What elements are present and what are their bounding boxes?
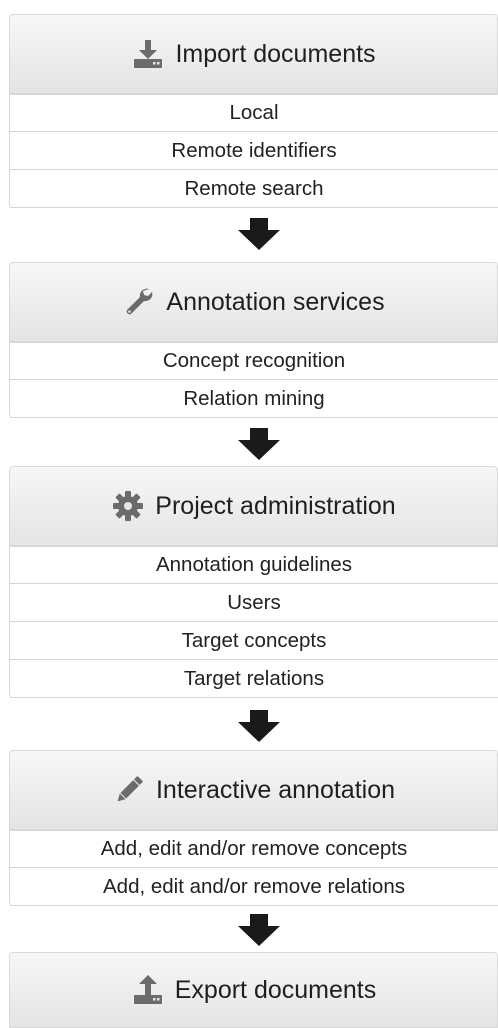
download-icon — [131, 37, 165, 71]
list-item-target-concepts[interactable]: Target concepts — [10, 622, 498, 660]
project-administration-section: Project administration Annotation guidel… — [9, 466, 498, 698]
list-item-edit-concepts[interactable]: Add, edit and/or remove concepts — [10, 830, 498, 868]
project-administration-items: Annotation guidelines Users Target conce… — [9, 546, 498, 698]
list-item-concept-recognition[interactable]: Concept recognition — [10, 342, 498, 380]
interactive-annotation-header: Interactive annotation — [9, 750, 498, 830]
import-documents-section: Import documents Local Remote identifier… — [9, 14, 498, 208]
workflow-diagram: Import documents Local Remote identifier… — [0, 0, 498, 1028]
project-administration-title: Project administration — [155, 491, 396, 520]
annotation-services-items: Concept recognition Relation mining — [9, 342, 498, 418]
import-documents-header: Import documents — [9, 14, 498, 94]
annotation-services-header: Annotation services — [9, 262, 498, 342]
interactive-annotation-title: Interactive annotation — [155, 775, 396, 804]
export-documents-title: Export documents — [174, 975, 377, 1004]
list-item-remote-identifiers[interactable]: Remote identifiers — [10, 132, 498, 170]
list-item-relation-mining[interactable]: Relation mining — [10, 380, 498, 418]
list-item-target-relations[interactable]: Target relations — [10, 660, 498, 698]
import-documents-title: Import documents — [175, 39, 376, 68]
annotation-services-section: Annotation services Concept recognition … — [9, 262, 498, 418]
list-item-users[interactable]: Users — [10, 584, 498, 622]
list-item-edit-relations[interactable]: Add, edit and/or remove relations — [10, 868, 498, 906]
wrench-icon — [122, 285, 156, 319]
pencil-icon — [112, 773, 146, 807]
flow-arrow-3 — [238, 710, 280, 742]
import-documents-items: Local Remote identifiers Remote search — [9, 94, 498, 208]
annotation-services-title: Annotation services — [166, 287, 385, 316]
list-item-local[interactable]: Local — [10, 94, 498, 132]
list-item-annotation-guidelines[interactable]: Annotation guidelines — [10, 546, 498, 584]
export-documents-header: Export documents — [9, 952, 498, 1028]
flow-arrow-4 — [238, 914, 280, 946]
project-administration-header: Project administration — [9, 466, 498, 546]
list-item-remote-search[interactable]: Remote search — [10, 170, 498, 208]
export-documents-section: Export documents — [9, 952, 498, 1028]
flow-arrow-1 — [238, 218, 280, 250]
interactive-annotation-section: Interactive annotation Add, edit and/or … — [9, 750, 498, 906]
upload-icon — [131, 973, 165, 1007]
flow-arrow-2 — [238, 428, 280, 460]
gear-icon — [111, 489, 145, 523]
interactive-annotation-items: Add, edit and/or remove concepts Add, ed… — [9, 830, 498, 906]
